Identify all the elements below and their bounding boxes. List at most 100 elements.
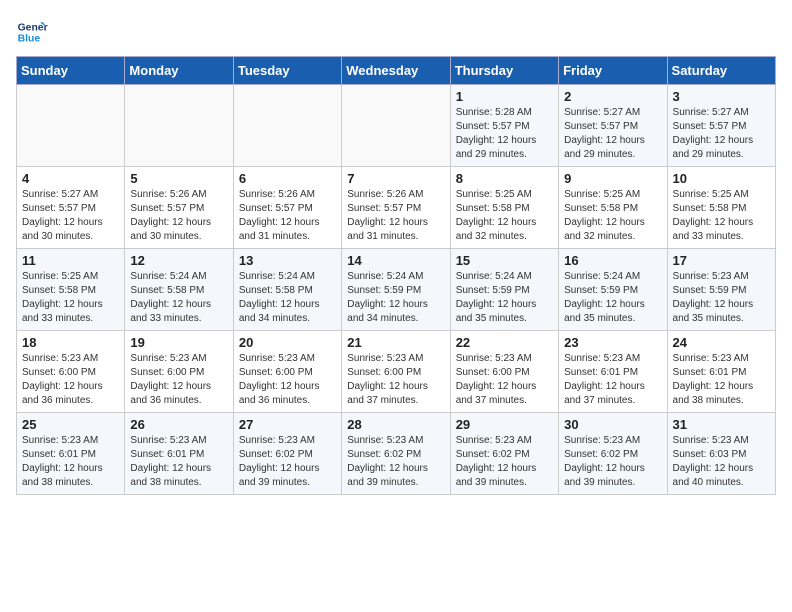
day-info: Sunrise: 5:26 AM Sunset: 5:57 PM Dayligh…	[130, 188, 227, 244]
calendar-cell: 20 Sunrise: 5:23 AM Sunset: 6:00 PM Dayli…	[233, 331, 341, 413]
calendar-cell: 30 Sunrise: 5:23 AM Sunset: 6:02 PM Dayli…	[559, 413, 667, 495]
calendar-table: SundayMondayTuesdayWednesdayThursdayFrid…	[16, 56, 776, 495]
day-info: Sunrise: 5:23 AM Sunset: 6:01 PM Dayligh…	[564, 352, 661, 408]
day-number: 28	[347, 417, 444, 432]
day-info: Sunrise: 5:23 AM Sunset: 6:02 PM Dayligh…	[347, 434, 444, 490]
day-number: 11	[22, 253, 119, 268]
day-info: Sunrise: 5:23 AM Sunset: 6:01 PM Dayligh…	[22, 434, 119, 490]
day-info: Sunrise: 5:26 AM Sunset: 5:57 PM Dayligh…	[239, 188, 336, 244]
calendar-cell: 8 Sunrise: 5:25 AM Sunset: 5:58 PM Daylig…	[450, 167, 558, 249]
day-info: Sunrise: 5:25 AM Sunset: 5:58 PM Dayligh…	[456, 188, 553, 244]
calendar-cell: 31 Sunrise: 5:23 AM Sunset: 6:03 PM Dayli…	[667, 413, 775, 495]
calendar-cell: 19 Sunrise: 5:23 AM Sunset: 6:00 PM Dayli…	[125, 331, 233, 413]
calendar-cell: 7Sunrise: 5:26 AM Sunset: 5:57 PM Daylig…	[342, 167, 450, 249]
day-info: Sunrise: 5:27 AM Sunset: 5:57 PM Dayligh…	[564, 106, 661, 162]
day-info: Sunrise: 5:23 AM Sunset: 6:01 PM Dayligh…	[130, 434, 227, 490]
weekday-header-sunday: Sunday	[17, 57, 125, 85]
calendar-cell	[233, 85, 341, 167]
weekday-header-row: SundayMondayTuesdayWednesdayThursdayFrid…	[17, 57, 776, 85]
day-info: Sunrise: 5:23 AM Sunset: 6:02 PM Dayligh…	[456, 434, 553, 490]
day-number: 19	[130, 335, 227, 350]
calendar-cell: 28 Sunrise: 5:23 AM Sunset: 6:02 PM Dayli…	[342, 413, 450, 495]
weekday-header-wednesday: Wednesday	[342, 57, 450, 85]
day-info: Sunrise: 5:25 AM Sunset: 5:58 PM Dayligh…	[673, 188, 770, 244]
logo-icon: General Blue	[16, 16, 48, 48]
day-number: 12	[130, 253, 227, 268]
calendar-cell: 6 Sunrise: 5:26 AM Sunset: 5:57 PM Daylig…	[233, 167, 341, 249]
calendar-cell: 18Sunrise: 5:23 AM Sunset: 6:00 PM Dayli…	[17, 331, 125, 413]
calendar-cell: 24 Sunrise: 5:23 AM Sunset: 6:01 PM Dayli…	[667, 331, 775, 413]
day-info: Sunrise: 5:27 AM Sunset: 5:57 PM Dayligh…	[22, 188, 119, 244]
day-number: 16	[564, 253, 661, 268]
calendar-cell: 10 Sunrise: 5:25 AM Sunset: 5:58 PM Dayli…	[667, 167, 775, 249]
day-info: Sunrise: 5:26 AM Sunset: 5:57 PM Dayligh…	[347, 188, 444, 244]
logo: General Blue	[16, 16, 52, 48]
day-info: Sunrise: 5:23 AM Sunset: 6:00 PM Dayligh…	[130, 352, 227, 408]
calendar-cell	[125, 85, 233, 167]
day-info: Sunrise: 5:25 AM Sunset: 5:58 PM Dayligh…	[564, 188, 661, 244]
day-number: 31	[673, 417, 770, 432]
week-row-2: 4 Sunrise: 5:27 AM Sunset: 5:57 PM Daylig…	[17, 167, 776, 249]
week-row-1: 1 Sunrise: 5:28 AM Sunset: 5:57 PM Daylig…	[17, 85, 776, 167]
day-info: Sunrise: 5:24 AM Sunset: 5:58 PM Dayligh…	[239, 270, 336, 326]
calendar-cell: 14 Sunrise: 5:24 AM Sunset: 5:59 PM Dayli…	[342, 249, 450, 331]
day-info: Sunrise: 5:23 AM Sunset: 6:00 PM Dayligh…	[347, 352, 444, 408]
day-number: 25	[22, 417, 119, 432]
day-number: 4	[22, 171, 119, 186]
week-row-4: 18Sunrise: 5:23 AM Sunset: 6:00 PM Dayli…	[17, 331, 776, 413]
day-number: 20	[239, 335, 336, 350]
day-number: 22	[456, 335, 553, 350]
day-number: 23	[564, 335, 661, 350]
day-number: 5	[130, 171, 227, 186]
day-number: 2	[564, 89, 661, 104]
day-number: 9	[564, 171, 661, 186]
day-info: Sunrise: 5:23 AM Sunset: 6:01 PM Dayligh…	[673, 352, 770, 408]
day-number: 13	[239, 253, 336, 268]
day-number: 29	[456, 417, 553, 432]
day-number: 3	[673, 89, 770, 104]
day-info: Sunrise: 5:23 AM Sunset: 6:00 PM Dayligh…	[239, 352, 336, 408]
day-number: 8	[456, 171, 553, 186]
calendar-cell: 25 Sunrise: 5:23 AM Sunset: 6:01 PM Dayli…	[17, 413, 125, 495]
day-info: Sunrise: 5:24 AM Sunset: 5:59 PM Dayligh…	[564, 270, 661, 326]
calendar-cell: 5 Sunrise: 5:26 AM Sunset: 5:57 PM Daylig…	[125, 167, 233, 249]
weekday-header-saturday: Saturday	[667, 57, 775, 85]
day-number: 26	[130, 417, 227, 432]
week-row-3: 11 Sunrise: 5:25 AM Sunset: 5:58 PM Dayli…	[17, 249, 776, 331]
calendar-cell: 23 Sunrise: 5:23 AM Sunset: 6:01 PM Dayli…	[559, 331, 667, 413]
day-number: 27	[239, 417, 336, 432]
weekday-header-thursday: Thursday	[450, 57, 558, 85]
day-info: Sunrise: 5:23 AM Sunset: 6:00 PM Dayligh…	[22, 352, 119, 408]
day-info: Sunrise: 5:24 AM Sunset: 5:59 PM Dayligh…	[347, 270, 444, 326]
day-number: 24	[673, 335, 770, 350]
day-info: Sunrise: 5:24 AM Sunset: 5:59 PM Dayligh…	[456, 270, 553, 326]
day-number: 10	[673, 171, 770, 186]
day-number: 6	[239, 171, 336, 186]
calendar-cell: 13 Sunrise: 5:24 AM Sunset: 5:58 PM Dayli…	[233, 249, 341, 331]
day-info: Sunrise: 5:24 AM Sunset: 5:58 PM Dayligh…	[130, 270, 227, 326]
day-number: 21	[347, 335, 444, 350]
calendar-cell: 22 Sunrise: 5:23 AM Sunset: 6:00 PM Dayli…	[450, 331, 558, 413]
day-info: Sunrise: 5:25 AM Sunset: 5:58 PM Dayligh…	[22, 270, 119, 326]
day-number: 15	[456, 253, 553, 268]
weekday-header-friday: Friday	[559, 57, 667, 85]
calendar-cell: 1 Sunrise: 5:28 AM Sunset: 5:57 PM Daylig…	[450, 85, 558, 167]
calendar-cell: 17 Sunrise: 5:23 AM Sunset: 5:59 PM Dayli…	[667, 249, 775, 331]
calendar-cell	[342, 85, 450, 167]
calendar-cell: 29 Sunrise: 5:23 AM Sunset: 6:02 PM Dayli…	[450, 413, 558, 495]
day-info: Sunrise: 5:23 AM Sunset: 5:59 PM Dayligh…	[673, 270, 770, 326]
calendar-cell: 26 Sunrise: 5:23 AM Sunset: 6:01 PM Dayli…	[125, 413, 233, 495]
day-number: 1	[456, 89, 553, 104]
day-number: 17	[673, 253, 770, 268]
day-number: 30	[564, 417, 661, 432]
day-info: Sunrise: 5:23 AM Sunset: 6:03 PM Dayligh…	[673, 434, 770, 490]
calendar-cell: 9 Sunrise: 5:25 AM Sunset: 5:58 PM Daylig…	[559, 167, 667, 249]
day-info: Sunrise: 5:28 AM Sunset: 5:57 PM Dayligh…	[456, 106, 553, 162]
day-info: Sunrise: 5:23 AM Sunset: 6:02 PM Dayligh…	[239, 434, 336, 490]
day-number: 14	[347, 253, 444, 268]
day-info: Sunrise: 5:23 AM Sunset: 6:02 PM Dayligh…	[564, 434, 661, 490]
calendar-cell: 16 Sunrise: 5:24 AM Sunset: 5:59 PM Dayli…	[559, 249, 667, 331]
calendar-cell: 4 Sunrise: 5:27 AM Sunset: 5:57 PM Daylig…	[17, 167, 125, 249]
day-info: Sunrise: 5:23 AM Sunset: 6:00 PM Dayligh…	[456, 352, 553, 408]
day-info: Sunrise: 5:27 AM Sunset: 5:57 PM Dayligh…	[673, 106, 770, 162]
